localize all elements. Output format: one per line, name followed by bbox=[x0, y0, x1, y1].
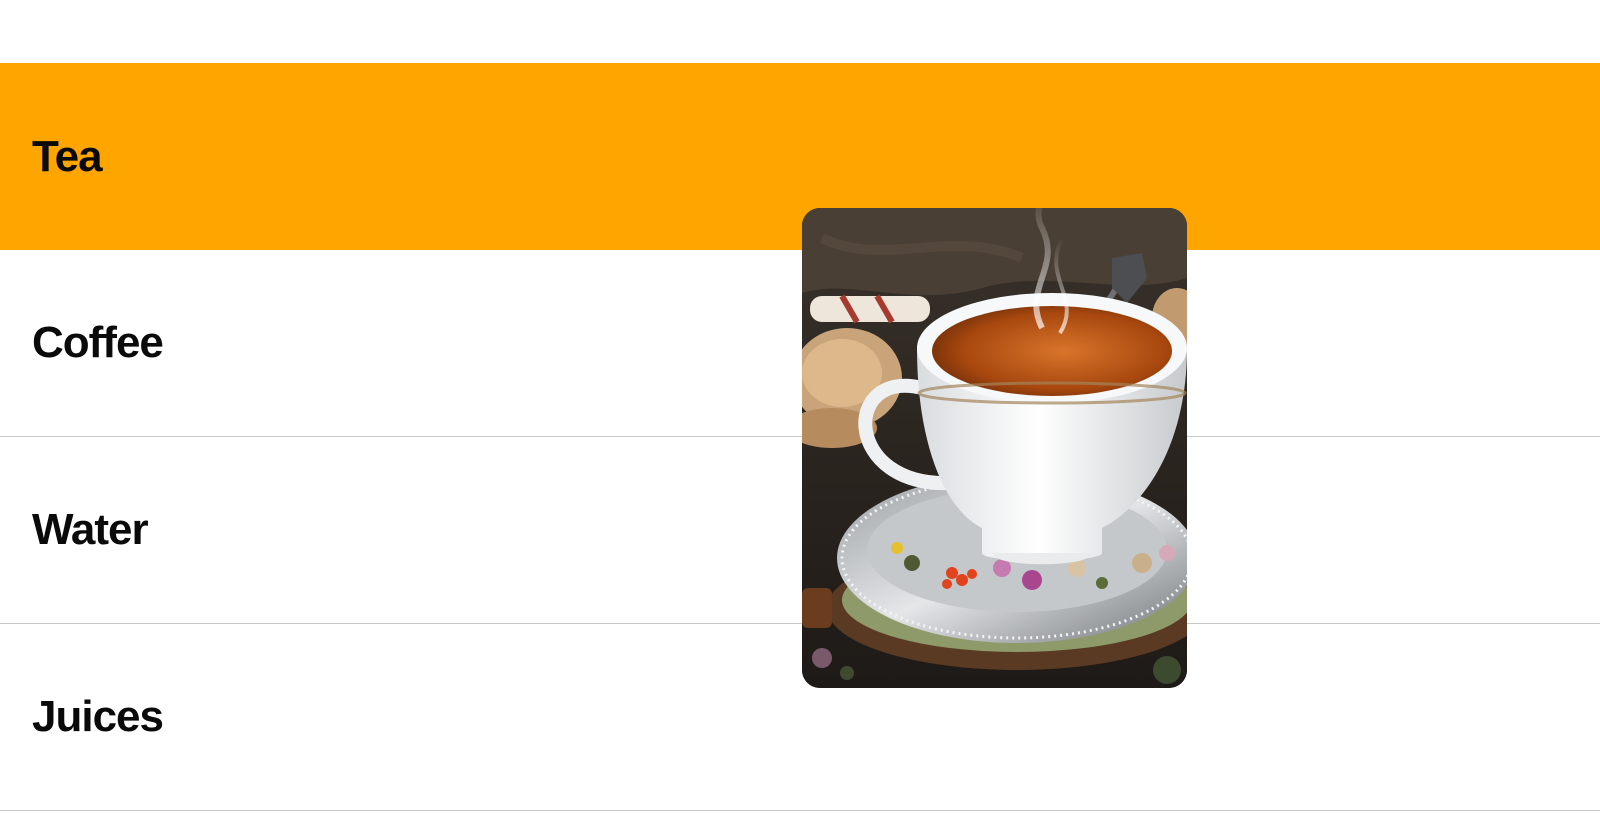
menu-item-label: Juices bbox=[32, 692, 164, 741]
menu-item-coffee[interactable]: Coffee bbox=[0, 250, 1600, 437]
menu-item-label: Tea bbox=[32, 131, 103, 181]
menu-item-juices[interactable]: Juices bbox=[0, 624, 1600, 811]
tea-cup-illustration bbox=[802, 208, 1187, 688]
menu-item-tea[interactable]: Tea bbox=[0, 63, 1600, 250]
menu-item-label: Water bbox=[32, 505, 149, 554]
menu-item-label: Coffee bbox=[32, 318, 164, 367]
tea-preview-image bbox=[802, 208, 1187, 688]
drinks-menu: Tea Coffee Water Juices bbox=[0, 63, 1600, 811]
menu-item-water[interactable]: Water bbox=[0, 437, 1600, 624]
